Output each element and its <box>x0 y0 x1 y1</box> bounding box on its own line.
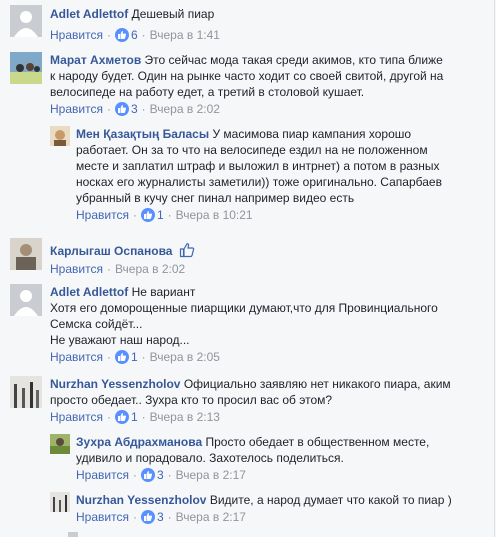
comment: Adlet Adlettof Не вариант Хотя его домор… <box>0 280 494 368</box>
like-link[interactable]: Нравится <box>76 208 129 222</box>
reply: Зухра Абдрахманова Просто обедает в обще… <box>0 430 494 484</box>
comment-author[interactable]: Adlet Adlettof <box>50 285 128 299</box>
avatar[interactable] <box>68 532 78 537</box>
like-icon <box>114 102 129 116</box>
comment-author[interactable]: Марат Ахметов <box>50 53 141 67</box>
like-link[interactable]: Нравится <box>76 468 129 482</box>
comment-author[interactable]: Nurzhan Yessenzholov <box>50 377 180 391</box>
comment-meta: Нравится · Вчера в 2:02 <box>50 262 186 276</box>
reply-meta: Нравится · 3 · Вчера в 2:17 <box>76 468 246 482</box>
comment-author[interactable]: Карлыгаш Оспанова <box>50 244 172 258</box>
like-link[interactable]: Нравится <box>50 410 103 424</box>
comment-meta: Нравится · 6 · Вчера в 1:41 <box>50 28 220 42</box>
comment-thread: Adlet Adlettof Дешевый пиар Нравится · 6 · В… <box>0 0 495 537</box>
like-count[interactable]: 1 <box>157 208 164 222</box>
reply-meta: Нравится · 3 · Вчера в 2:17 <box>76 510 246 524</box>
like-link[interactable]: Нравится <box>76 510 129 524</box>
like-link[interactable]: Нравится <box>50 262 103 276</box>
reply-meta: Нравится · 1 · Вчера в 10:21 <box>76 208 253 222</box>
like-icon <box>140 510 155 524</box>
comment-time[interactable]: Вчера в 2:02 <box>150 102 220 116</box>
comment: Nurzhan Yessenzholov Официально заявляю … <box>0 372 494 428</box>
avatar[interactable] <box>50 434 70 454</box>
comment-time[interactable]: Вчера в 1:41 <box>150 28 220 42</box>
reply-author[interactable]: Мен Қазақтың Баласы <box>76 127 209 141</box>
like-icon <box>140 468 155 482</box>
thumbs-up-icon <box>179 242 195 262</box>
reply-author[interactable]: Зухра Абдрахманова <box>76 435 202 449</box>
avatar[interactable] <box>10 284 42 316</box>
avatar[interactable] <box>10 376 42 408</box>
reply-time[interactable]: Вчера в 2:17 <box>176 468 246 482</box>
avatar[interactable] <box>50 126 70 146</box>
reply-text: Видите, а народ думает что какой то пиар… <box>209 493 452 507</box>
comment-text-line: Не уважают наш народ... <box>50 333 190 347</box>
avatar[interactable] <box>10 5 42 37</box>
like-icon <box>114 28 129 42</box>
comment-author[interactable]: Adlet Adlettof <box>50 7 128 21</box>
comment: Марат Ахметов Это сейчас мода такая сред… <box>0 46 494 120</box>
reply-time[interactable]: Вчера в 10:21 <box>176 208 253 222</box>
comment-text-line: Семска сойдёт... <box>50 317 143 331</box>
reply-time[interactable]: Вчера в 2:17 <box>176 510 246 524</box>
like-count[interactable]: 3 <box>157 510 164 524</box>
like-count[interactable]: 3 <box>157 468 164 482</box>
comment-time[interactable]: Вчера в 2:02 <box>115 262 185 276</box>
comment-text-line: Не вариант <box>131 285 196 299</box>
like-icon <box>140 208 155 222</box>
comment: Adlet Adlettof Дешевый пиар Нравится · 6 · В… <box>0 0 494 44</box>
like-count[interactable]: 1 <box>131 350 138 364</box>
comment-meta: Нравится · 1 · Вчера в 2:13 <box>50 410 220 424</box>
comment-meta: Нравится · 1 · Вчера в 2:05 <box>50 350 220 364</box>
reply: Мен Қазақтың Баласы У масимова пиар камп… <box>0 122 494 226</box>
like-icon <box>114 350 129 364</box>
avatar[interactable] <box>10 238 42 270</box>
like-link[interactable]: Нравится <box>50 350 103 364</box>
avatar[interactable] <box>10 52 42 84</box>
comment-time[interactable]: Вчера в 2:13 <box>150 410 220 424</box>
avatar[interactable] <box>50 492 70 512</box>
comment-text: Дешевый пиар <box>131 7 215 21</box>
comment: Карлыгаш Оспанова Нравится · Вчера в 2:02 <box>0 234 494 278</box>
like-link[interactable]: Нравится <box>50 28 103 42</box>
like-icon <box>114 410 129 424</box>
comment-meta: Нравится · 3 · Вчера в 2:02 <box>50 102 220 116</box>
comment-time[interactable]: Вчера в 2:05 <box>150 350 220 364</box>
reply-author[interactable]: Nurzhan Yessenzholov <box>76 493 206 507</box>
like-count[interactable]: 1 <box>131 410 138 424</box>
reply: Nurzhan Yessenzholov Видите, а народ дум… <box>0 488 494 528</box>
like-link[interactable]: Нравится <box>50 102 103 116</box>
like-count[interactable]: 6 <box>131 28 138 42</box>
comment-text-line: Хотя его доморощенные пиарщики думают,чт… <box>50 301 438 315</box>
like-count[interactable]: 3 <box>131 102 138 116</box>
